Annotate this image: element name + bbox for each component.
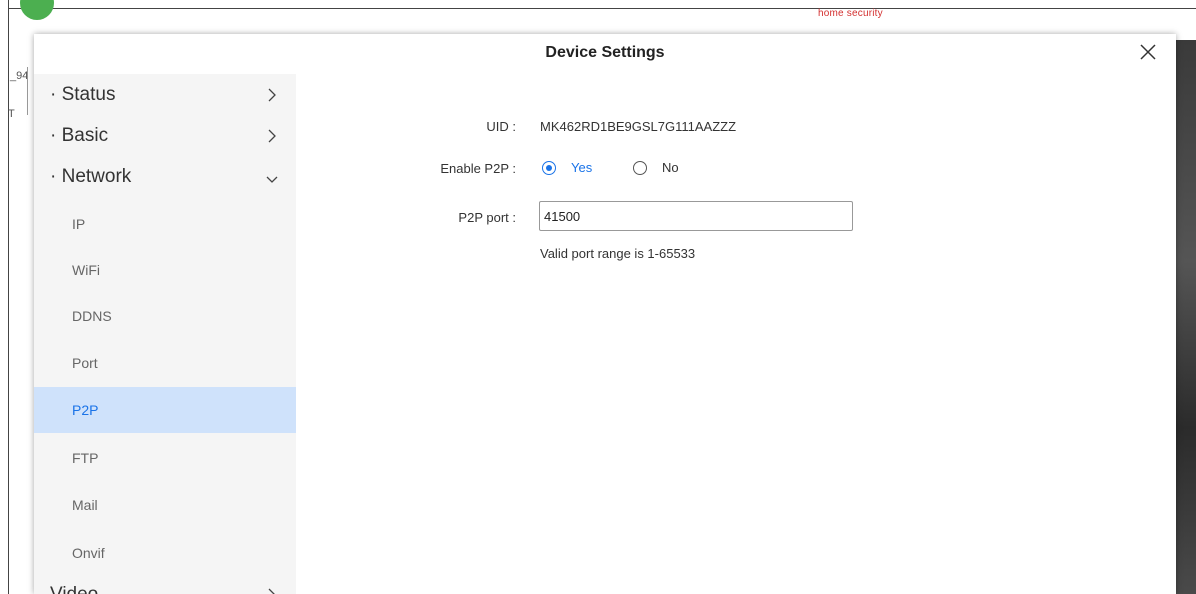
sidebar-item-mail[interactable]: Mail <box>34 482 296 528</box>
sidebar-item-label: DDNS <box>72 308 112 324</box>
p2p-port-input[interactable] <box>539 201 853 231</box>
sidebar-item-ddns[interactable]: DDNS <box>34 293 296 339</box>
dialog-title: Device Settings <box>545 44 665 61</box>
chevron-down-icon <box>266 172 278 186</box>
sidebar-item-label: Mail <box>72 497 98 513</box>
nav-group-video[interactable]: Video <box>34 576 296 594</box>
settings-sidebar: · Status · Basic · Network IP WiFi DDNS <box>34 74 296 594</box>
p2p-port-label: P2P port : <box>458 210 516 225</box>
sidebar-item-label: Port <box>72 355 98 371</box>
device-settings-dialog: Device Settings · Status · Basic · Netwo… <box>34 34 1176 594</box>
nav-group-label: · Status <box>50 84 116 105</box>
close-icon[interactable] <box>1136 40 1160 64</box>
nav-group-status[interactable]: · Status <box>34 76 296 116</box>
sidebar-item-p2p[interactable]: P2P <box>34 387 296 433</box>
enable-p2p-yes-radio[interactable] <box>542 161 556 175</box>
background-left-text: _94 <box>10 70 29 82</box>
p2p-settings-panel: UID : MK462RD1BE9GSL7G111AAZZZ Enable P2… <box>296 74 1176 594</box>
nav-group-network[interactable]: · Network <box>34 158 296 198</box>
sidebar-item-label: IP <box>72 216 86 232</box>
sidebar-item-ip[interactable]: IP <box>34 201 296 247</box>
nav-group-label: · Basic <box>50 125 109 146</box>
background-camera-image <box>1176 40 1196 594</box>
uid-value: MK462RD1BE9GSL7G111AAZZZ <box>540 119 737 134</box>
port-range-hint: Valid port range is 1-65533 <box>540 246 696 261</box>
enable-p2p-no-radio[interactable] <box>633 161 647 175</box>
dialog-header: Device Settings <box>34 34 1176 74</box>
nav-group-label: · Network <box>50 166 132 187</box>
sidebar-item-label: WiFi <box>72 262 100 278</box>
nav-group-basic[interactable]: · Basic <box>34 117 296 157</box>
nav-group-label: Video <box>50 584 98 594</box>
sidebar-item-ftp[interactable]: FTP <box>34 435 296 481</box>
sidebar-item-port[interactable]: Port <box>34 340 296 386</box>
brand-text: home security <box>818 8 883 19</box>
sidebar-item-label: P2P <box>72 402 99 418</box>
background-topbar <box>8 0 1196 9</box>
sidebar-item-label: FTP <box>72 450 99 466</box>
chevron-right-icon <box>266 588 278 594</box>
chevron-right-icon <box>266 129 278 143</box>
sidebar-item-wifi[interactable]: WiFi <box>34 247 296 293</box>
background-left-text: T <box>8 108 15 120</box>
sidebar-item-onvif[interactable]: Onvif <box>34 530 296 576</box>
uid-label: UID : <box>486 119 516 134</box>
background-divider <box>27 67 28 115</box>
chevron-right-icon <box>266 88 278 102</box>
sidebar-item-label: Onvif <box>72 545 105 561</box>
enable-p2p-yes-label[interactable]: Yes <box>571 160 592 175</box>
enable-p2p-label: Enable P2P : <box>440 161 516 176</box>
enable-p2p-no-label[interactable]: No <box>662 160 679 175</box>
